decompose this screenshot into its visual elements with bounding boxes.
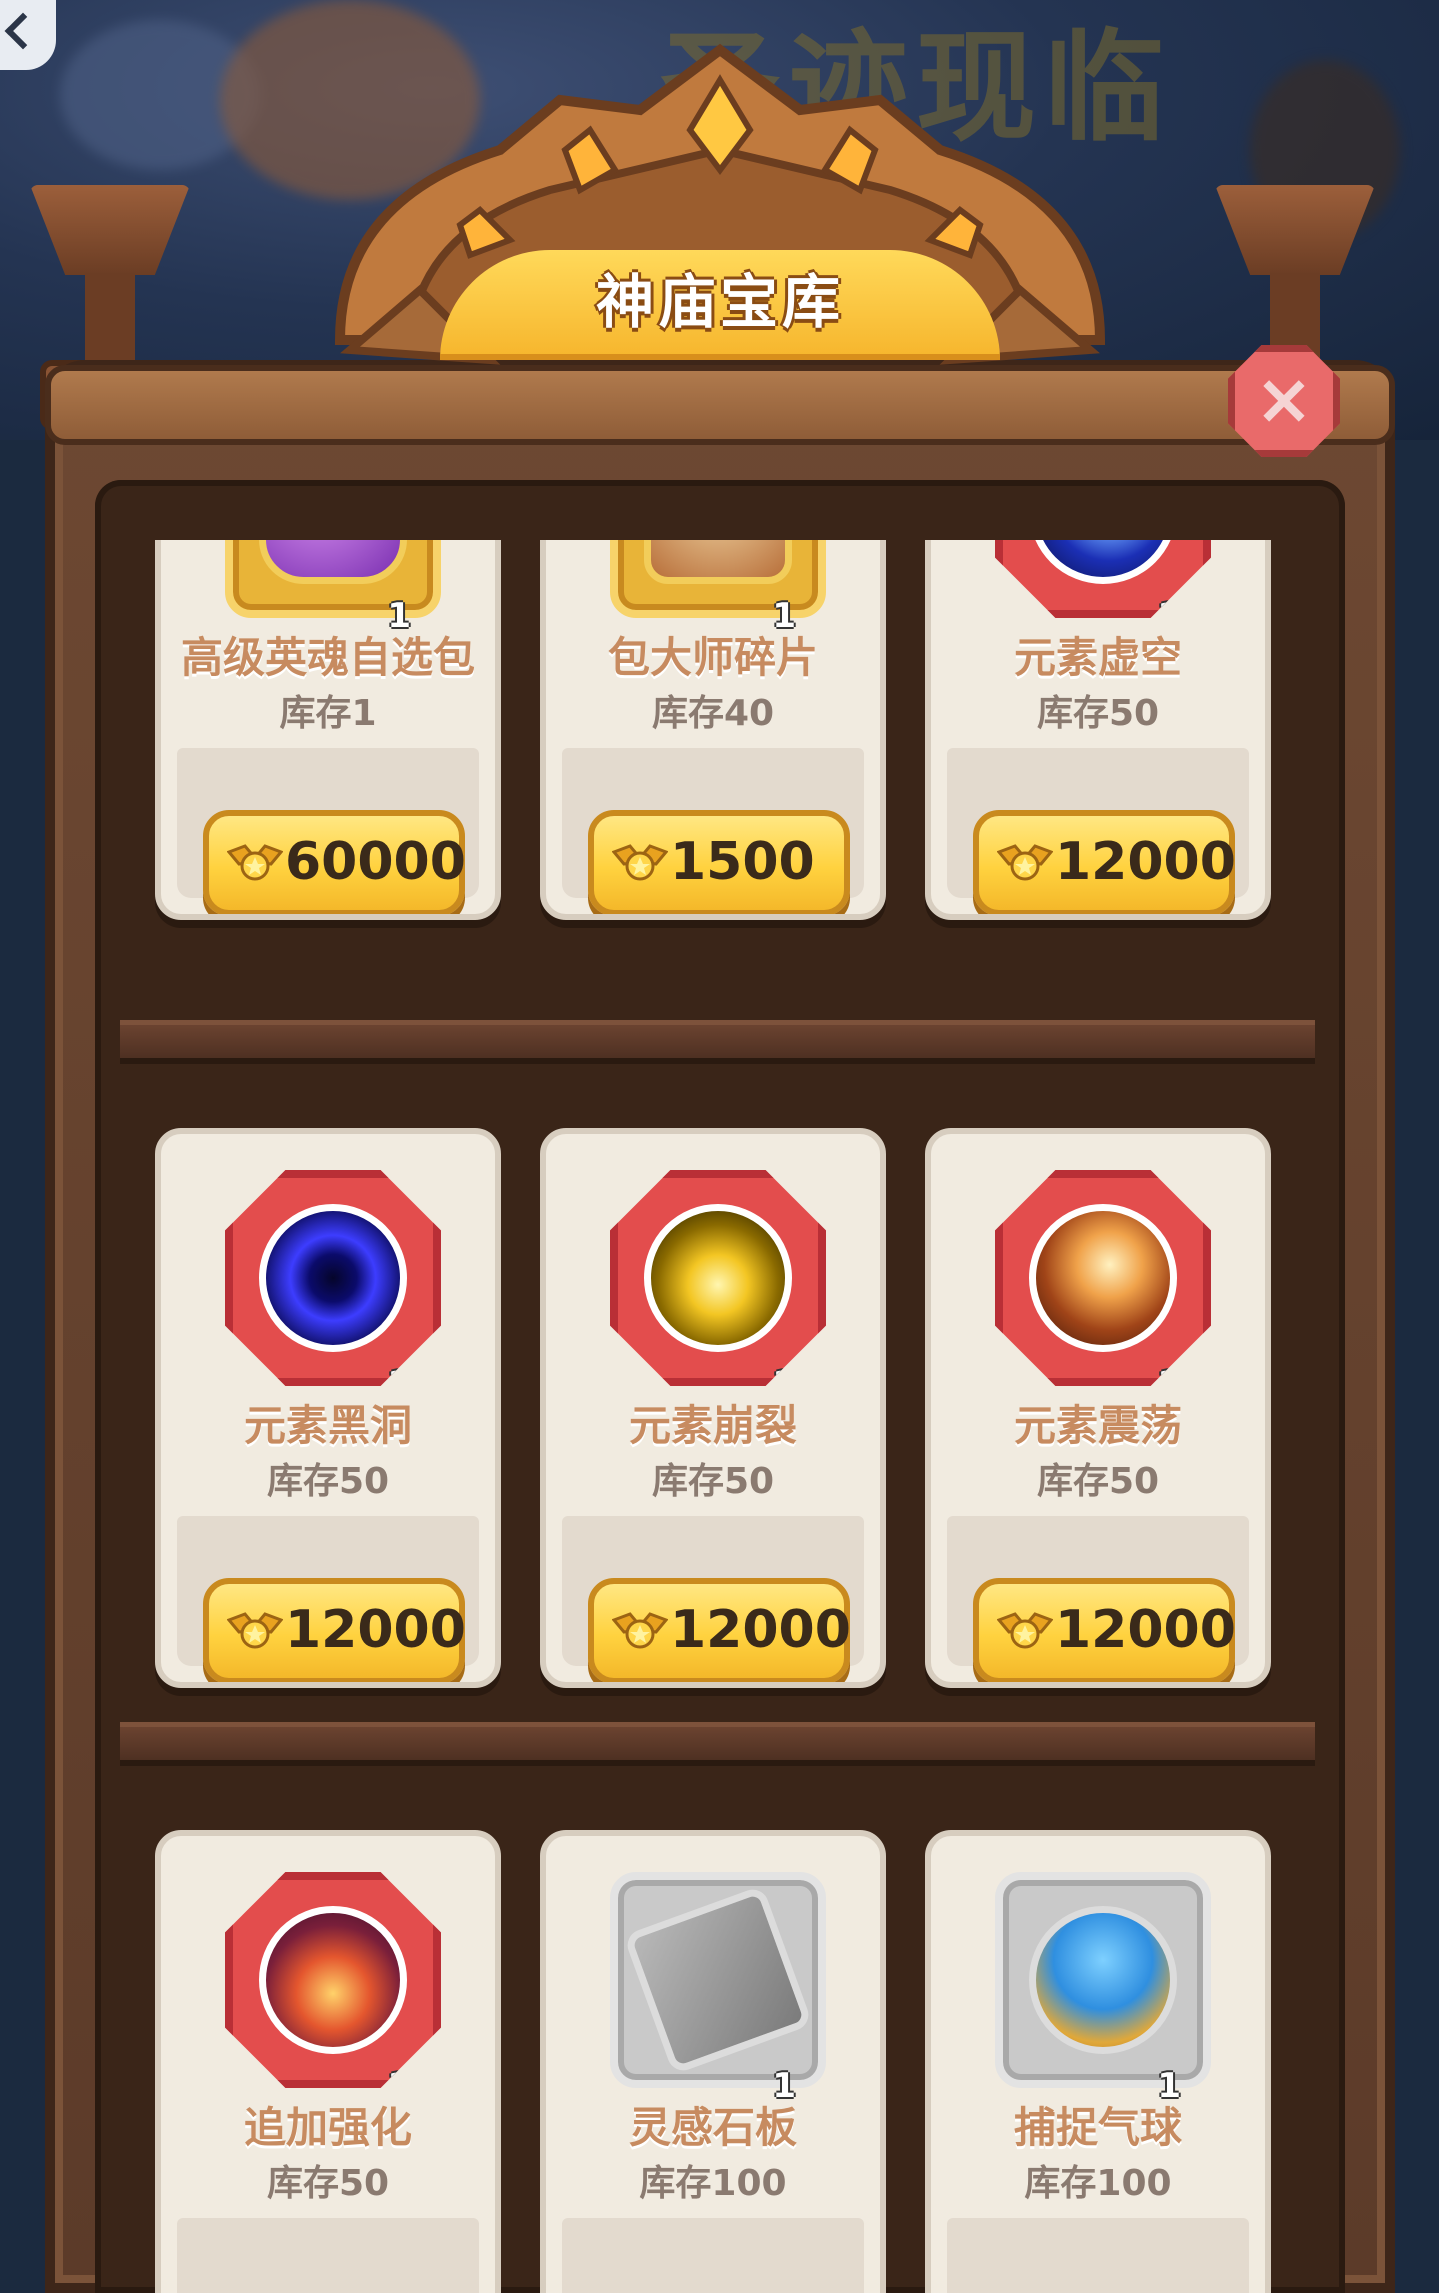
stone-tablet-icon (623, 1885, 813, 2075)
void-orb-icon (1029, 540, 1177, 584)
medal-currency-icon (227, 844, 283, 881)
item-tile: 1 (225, 540, 441, 636)
item-name: 元素虚空 (1013, 633, 1182, 682)
item-stock: 库存50 (266, 1461, 390, 1502)
power-up-icon (259, 1906, 407, 2054)
back-arrow-icon (4, 12, 42, 50)
buy-price-button[interactable]: 12000 (588, 1578, 851, 1682)
price-amount: 60000 (285, 832, 466, 892)
close-button[interactable]: × (1228, 345, 1340, 457)
item-name: 灵感石板 (628, 2103, 797, 2152)
buy-price-button[interactable]: 1500 (588, 810, 850, 914)
item-stock: 库存100 (1024, 2163, 1172, 2204)
item-tile: 1 (995, 540, 1211, 618)
price-amount: 1500 (670, 832, 815, 892)
item-tile: 1 (995, 1170, 1211, 1386)
shop-item-card[interactable]: 1 包大师碎片 库存40 1500 (540, 540, 886, 920)
item-stock: 库存40 (651, 693, 775, 734)
item-grid-viewport[interactable]: 1 高级英魂自选包 库存1 60000 1 包大师碎片 库存40 1500 1 … (95, 540, 1345, 2293)
item-name: 高级英魂自选包 (180, 633, 475, 682)
buy-price-button[interactable]: 12000 (973, 810, 1236, 914)
price-amount: 12000 (1055, 832, 1236, 892)
item-tile: 1 (225, 1170, 441, 1386)
shop-item-card[interactable]: 1 元素崩裂 库存50 12000 (540, 1128, 886, 1688)
shop-item-card[interactable]: 1 元素黑洞 库存50 12000 (155, 1128, 501, 1688)
item-name: 元素黑洞 (243, 1401, 412, 1450)
item-stock: 库存50 (1036, 693, 1160, 734)
shelf-board (120, 1722, 1315, 1766)
price-amount: 12000 (670, 1600, 851, 1660)
shelf-board (120, 1020, 1315, 1064)
buy-price-button[interactable]: 60000 (203, 810, 466, 914)
buy-price-button[interactable]: 12000 (203, 1578, 466, 1682)
item-name: 元素震荡 (1013, 1401, 1182, 1450)
temple-crown-ornament (300, 40, 1140, 420)
medal-currency-icon (997, 1612, 1053, 1649)
item-name: 追加强化 (243, 2103, 412, 2152)
item-stock: 库存50 (651, 1461, 775, 1502)
item-name: 捕捉气球 (1013, 2103, 1182, 2152)
item-tile: 1 (610, 1872, 826, 2106)
item-stock: 库存50 (1036, 1461, 1160, 1502)
item-tile: 1 (995, 1872, 1211, 2106)
shop-item-card[interactable]: 1 追加强化 库存50 (155, 1830, 501, 2293)
shop-item-card[interactable]: 1 元素震荡 库存50 12000 (925, 1128, 1271, 1688)
buy-price-button[interactable]: 12000 (973, 1578, 1236, 1682)
shop-item-card[interactable]: 1 高级英魂自选包 库存1 60000 (155, 540, 501, 920)
item-stock: 库存50 (266, 2163, 390, 2204)
black-hole-icon (259, 1204, 407, 1352)
shop-item-card[interactable]: 1 元素虚空 库存50 12000 (925, 540, 1271, 920)
catch-balloon-icon (1029, 1906, 1177, 2054)
price-amount: 12000 (1055, 1600, 1236, 1660)
panel-title: 神庙宝库 (595, 268, 844, 336)
item-stock: 库存100 (639, 2163, 787, 2204)
medal-currency-icon (612, 844, 668, 881)
back-tab[interactable] (0, 0, 56, 70)
close-icon: × (1254, 358, 1314, 440)
shop-item-card[interactable]: 1 捕捉气球 库存100 (925, 1830, 1271, 2293)
item-name: 包大师碎片 (607, 633, 818, 682)
crack-burst-icon (644, 1204, 792, 1352)
item-tile: 1 (225, 1872, 441, 2088)
item-tile: 1 (610, 540, 826, 636)
item-tile: 1 (610, 1170, 826, 1386)
item-name: 元素崩裂 (628, 1401, 797, 1450)
shop-item-card[interactable]: 1 灵感石板 库存100 (540, 1830, 886, 2293)
medal-currency-icon (227, 1612, 283, 1649)
item-stock: 库存1 (279, 693, 377, 734)
quake-icon (1029, 1204, 1177, 1352)
medal-currency-icon (612, 1612, 668, 1649)
hero-portrait-icon (644, 540, 792, 584)
purple-soul-bag-icon (259, 540, 407, 584)
medal-currency-icon (997, 844, 1053, 881)
price-amount: 12000 (285, 1600, 466, 1660)
